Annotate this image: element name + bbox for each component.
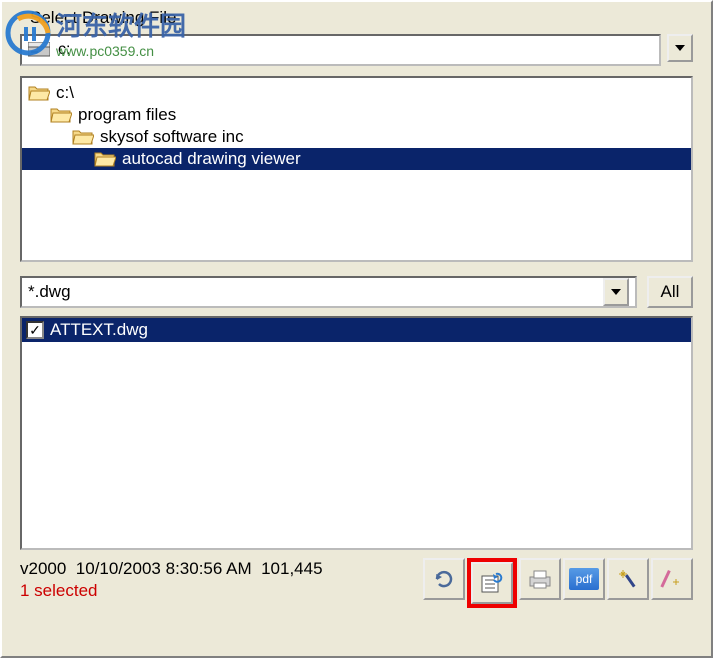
folder-open-icon [72, 128, 94, 146]
status-selected: 1 selected [20, 580, 323, 602]
folder-open-icon [50, 106, 72, 124]
properties-button[interactable] [471, 562, 513, 604]
all-button[interactable]: All [647, 276, 693, 308]
drive-icon [28, 42, 50, 58]
tree-item[interactable]: skysof software inc [22, 126, 691, 148]
drive-dropdown-button[interactable] [667, 34, 693, 62]
wand-button[interactable] [651, 558, 693, 600]
magic-wand-icon [660, 568, 684, 590]
pdf-icon: pdf [569, 568, 599, 590]
drive-label: c: [58, 41, 70, 59]
tree-item-label: autocad drawing viewer [122, 149, 301, 169]
pdf-button[interactable]: pdf [563, 558, 605, 600]
tree-item[interactable]: program files [22, 104, 691, 126]
file-list[interactable]: ✓ ATTEXT.dwg [20, 316, 693, 550]
refresh-icon [433, 568, 455, 590]
file-checkbox[interactable]: ✓ [26, 321, 44, 339]
tree-item[interactable]: autocad drawing viewer [22, 148, 691, 170]
properties-icon [480, 572, 504, 594]
file-filter-selector[interactable]: *.dwg [20, 276, 637, 308]
status-size: 101,445 [261, 559, 322, 578]
wand-icon [616, 568, 640, 590]
tree-item-label: program files [78, 105, 176, 125]
tree-item[interactable]: c:\ [22, 82, 691, 104]
convert-button[interactable] [607, 558, 649, 600]
highlight-annotation [467, 558, 517, 608]
tree-item-label: c:\ [56, 83, 74, 103]
refresh-button[interactable] [423, 558, 465, 600]
drive-selector[interactable]: c: [20, 34, 661, 66]
status-date: 10/10/2003 [76, 559, 161, 578]
filter-dropdown-button[interactable] [603, 278, 629, 306]
status-time: 8:30:56 AM [166, 559, 252, 578]
chevron-down-icon [611, 289, 621, 295]
status-version: v2000 [20, 559, 66, 578]
status-text: v2000 10/10/2003 8:30:56 AM 101,445 1 se… [20, 558, 323, 602]
folder-open-icon [94, 150, 116, 168]
dialog-title: Select Drawing File [30, 8, 693, 28]
toolbar: pdf [423, 558, 693, 608]
print-button[interactable] [519, 558, 561, 600]
printer-icon [528, 569, 552, 589]
file-name: ATTEXT.dwg [50, 320, 148, 340]
chevron-down-icon [675, 45, 685, 51]
file-filter-value: *.dwg [28, 282, 71, 302]
folder-tree[interactable]: c:\ program files skysof software inc au… [20, 76, 693, 262]
file-item[interactable]: ✓ ATTEXT.dwg [22, 318, 691, 342]
folder-open-icon [28, 84, 50, 102]
tree-item-label: skysof software inc [100, 127, 244, 147]
